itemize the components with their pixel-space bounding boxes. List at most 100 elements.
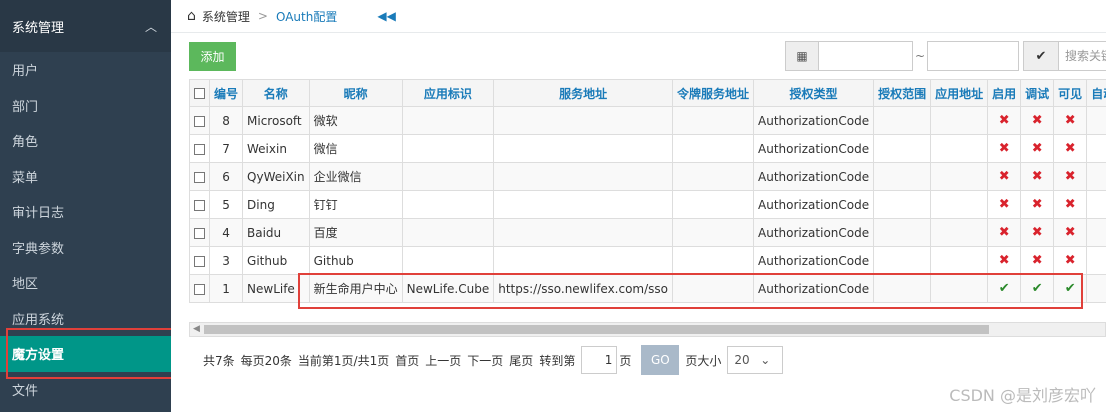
col-header-grant-type[interactable]: 授权类型 <box>753 79 875 107</box>
sidebar: 系统管理 ︿ 用户 部门 角色 菜单 审计日志 字典参数 地区 应用系统 魔方设… <box>0 0 171 412</box>
auto-register-cell: ✖ <box>1086 190 1106 219</box>
table-row[interactable]: 7Weixin微信 AuthorizationCode ✖ ✖ ✖ ✖ <box>189 134 1106 163</box>
sidebar-item-area[interactable]: 地区 <box>0 265 171 301</box>
select-cell[interactable] <box>189 162 210 191</box>
sidebar-group-label: 系统管理 <box>12 20 65 36</box>
pager-next-link[interactable]: 下一页 <box>467 352 503 369</box>
sidebar-item-departments[interactable]: 部门 <box>0 88 171 124</box>
appid-cell <box>401 162 495 191</box>
col-header-id[interactable]: 编号 <box>208 79 244 107</box>
pager-page-unit: 页 <box>619 353 632 368</box>
row-checkbox[interactable] <box>194 283 205 295</box>
select-all-checkbox[interactable] <box>194 88 205 99</box>
home-icon[interactable]: ⌂ <box>187 8 196 24</box>
id-cell: 6 <box>208 162 244 191</box>
col-header-debug[interactable]: 调试 <box>1020 79 1055 107</box>
horizontal-scrollbar[interactable]: ◀ <box>189 322 1106 337</box>
sidebar-item-menus[interactable]: 菜单 <box>0 159 171 195</box>
col-header-scope[interactable]: 授权范围 <box>873 79 932 107</box>
row-checkbox[interactable] <box>194 143 205 155</box>
sidebar-item-cube-settings[interactable]: 魔方设置 <box>0 336 171 372</box>
nick-cell: 企业微信 <box>308 162 403 191</box>
id-cell: 7 <box>208 134 244 163</box>
table-row[interactable]: 8Microsoft微软 AuthorizationCode ✖ ✖ ✖ ✖ <box>189 106 1106 135</box>
check-icon[interactable]: ✔ <box>1023 41 1059 71</box>
breadcrumb-current[interactable]: OAuth配置 <box>276 8 337 25</box>
sidebar-item-roles[interactable]: 角色 <box>0 123 171 159</box>
table-row[interactable]: 4Baidu百度 AuthorizationCode ✖ ✖ ✖ ✖ <box>189 218 1106 247</box>
col-header-visible[interactable]: 可见 <box>1053 79 1088 107</box>
start-date-input[interactable] <box>819 41 913 71</box>
col-header-auto-register[interactable]: 自动注册 <box>1086 79 1106 107</box>
col-header-nick[interactable]: 昵称 <box>308 79 403 107</box>
pager-last-link[interactable]: 尾页 <box>509 352 533 369</box>
page-size-select[interactable]: 20 ⌄ <box>727 346 784 374</box>
scroll-left-icon[interactable]: ◀ <box>193 323 200 336</box>
pagination: 共7条 每页20条 当前第1页/共1页 首页 上一页 下一页 尾页 转到第 1 … <box>203 345 784 375</box>
row-checkbox[interactable] <box>194 227 205 239</box>
app-url-cell <box>930 274 989 303</box>
grant-type-cell: AuthorizationCode <box>753 106 875 135</box>
select-all-cell[interactable] <box>189 79 210 107</box>
auto-register-cell: ✖ <box>1086 246 1106 275</box>
sidebar-item-audit-log[interactable]: 审计日志 <box>0 194 171 230</box>
table-row[interactable]: 1 NewLife 新生命用户中心 NewLife.Cube https://sso.n… <box>189 274 1106 303</box>
row-checkbox[interactable] <box>194 255 205 267</box>
server-cell <box>493 134 673 163</box>
sidebar-item-users[interactable]: 用户 <box>0 52 171 88</box>
scope-cell <box>873 246 932 275</box>
nick-cell: 钉钉 <box>308 190 403 219</box>
table-row[interactable]: 6QyWeiXin企业微信 AuthorizationCode ✖ ✖ ✖ ✖ <box>189 162 1106 191</box>
calendar-icon[interactable]: ▦ <box>785 41 819 71</box>
add-button[interactable]: 添加 <box>189 42 236 71</box>
select-cell[interactable] <box>189 190 210 219</box>
search-input[interactable]: 搜索关键 <box>1059 41 1106 71</box>
row-checkbox[interactable] <box>194 115 205 127</box>
appid-cell <box>401 106 495 135</box>
table-row[interactable]: 5Ding钉钉 AuthorizationCode ✖ ✖ ✖ ✖ <box>189 190 1106 219</box>
go-button[interactable]: GO <box>641 345 680 375</box>
select-cell[interactable] <box>189 134 210 163</box>
sidebar-item-dictionary[interactable]: 字典参数 <box>0 230 171 266</box>
col-header-enable[interactable]: 启用 <box>987 79 1022 107</box>
col-header-name[interactable]: 名称 <box>242 79 310 107</box>
select-cell[interactable] <box>189 218 210 247</box>
page-number-input[interactable]: 1 <box>581 346 618 374</box>
grant-type-cell: AuthorizationCode <box>753 134 875 163</box>
col-header-server[interactable]: 服务地址 <box>493 79 673 107</box>
pager-prev-link[interactable]: 上一页 <box>425 352 461 369</box>
row-checkbox[interactable] <box>194 199 205 211</box>
end-date-input[interactable] <box>927 41 1019 71</box>
col-header-appid[interactable]: 应用标识 <box>401 79 495 107</box>
table-header-row: 编号 名称 昵称 应用标识 服务地址 令牌服务地址 授权类型 授权范围 应用地址… <box>189 79 1106 107</box>
server-cell <box>493 106 673 135</box>
sidebar-item-files[interactable]: 文件 <box>0 372 171 408</box>
cross-icon: ✖ <box>1031 141 1043 156</box>
select-cell[interactable] <box>189 274 210 303</box>
scrollbar-thumb[interactable] <box>204 325 989 334</box>
token-server-cell <box>671 218 755 247</box>
sidebar-group-system[interactable]: 系统管理 ︿ <box>0 0 171 52</box>
grant-type-cell: AuthorizationCode <box>753 162 875 191</box>
appid-cell <box>401 190 495 219</box>
select-cell[interactable] <box>189 106 210 135</box>
col-header-app-url[interactable]: 应用地址 <box>930 79 989 107</box>
nick-cell: Github <box>308 246 403 275</box>
cross-icon: ✖ <box>1031 253 1043 268</box>
cross-icon: ✖ <box>998 197 1010 212</box>
sidebar-item-apps[interactable]: 应用系统 <box>0 301 171 337</box>
sidebar-item-label: 用户 <box>12 64 39 80</box>
sidebar-item-label: 菜单 <box>12 170 39 186</box>
breadcrumb-root[interactable]: 系统管理 <box>202 8 250 25</box>
table-row[interactable]: 3GithubGithubAuthorizationCode✖✖✖✖ <box>189 246 1106 275</box>
enable-cell: ✔ <box>987 274 1022 303</box>
id-cell: 1 <box>208 274 244 303</box>
select-cell[interactable] <box>189 246 210 275</box>
page-size-value: 20 <box>734 353 750 367</box>
pager-first-link[interactable]: 首页 <box>395 352 419 369</box>
col-header-token-server[interactable]: 令牌服务地址 <box>671 79 755 107</box>
collapse-sidebar-icon[interactable]: ◀◀ <box>377 9 395 23</box>
row-checkbox[interactable] <box>194 171 205 183</box>
nick-cell: 微信 <box>308 134 403 163</box>
sidebar-item-label: 审计日志 <box>12 206 65 222</box>
